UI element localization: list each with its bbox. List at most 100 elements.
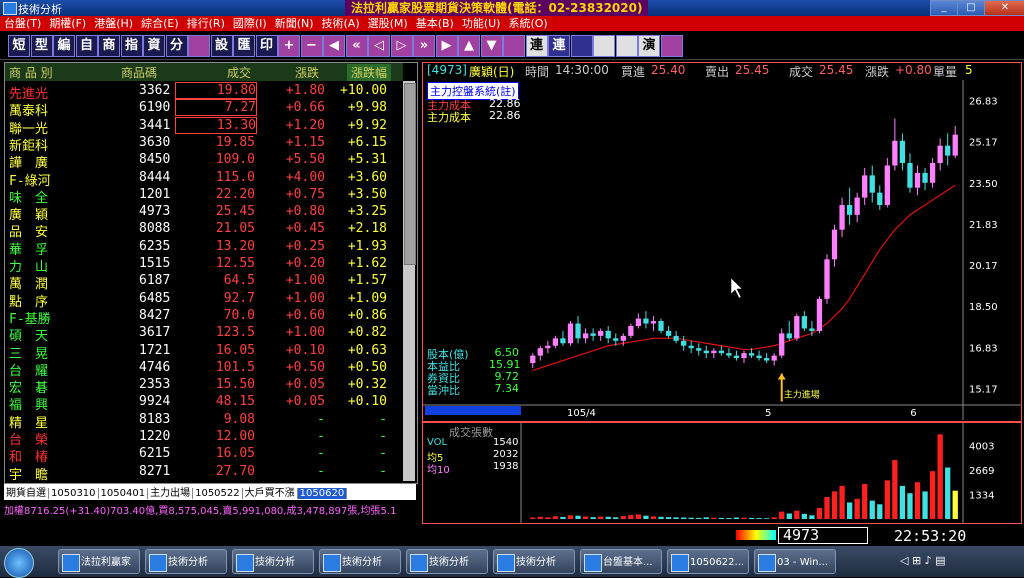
table-row[interactable]: 華 孚 6235 13.20 +0.25 +1.93 [5,238,403,258]
toolbar-button-27[interactable] [615,35,638,57]
table-scrollbar[interactable] [403,81,416,481]
menu-item-10[interactable]: 功能(U) [458,17,505,30]
toolbar-button-22[interactable] [503,35,525,57]
toolbar-button-25[interactable] [570,35,593,57]
table-row[interactable]: 和 椿 6215 16.05- - [5,445,403,465]
menu-item-6[interactable]: 新聞(N) [271,17,318,30]
table-row[interactable]: 先進光 3362 19.80 +1.80 +10.00 [5,82,403,102]
taskbar-item[interactable]: 技術分析 [145,549,227,574]
header-change[interactable]: 漲跌 [295,64,319,81]
watchlist-tab-0[interactable]: 期貨自選 [4,488,49,499]
candle-body [914,172,921,188]
table-row[interactable]: 譁 廣 8450 109.0 +5.50 +5.31 [5,151,403,171]
toolbar-button-18[interactable]: » [413,35,435,57]
header-price[interactable]: 成交 [227,64,251,81]
table-row[interactable]: 力 山 1515 12.55 +0.20 +1.62 [5,255,403,275]
scrollbar-thumb[interactable] [404,83,416,265]
volume-bar [575,515,581,519]
range-indicator[interactable] [425,406,521,415]
toolbar-button-19[interactable]: ▶ [435,35,458,57]
toolbar-button-2[interactable]: 編 [53,35,75,57]
cell-price: 25.45 [215,204,255,220]
taskbar-item[interactable]: 法拉利贏家 [58,549,140,574]
toolbar-button-8[interactable] [188,35,210,57]
header-change-pct[interactable]: 漲跌幅 [347,64,392,81]
menu-item-8[interactable]: 選股(M) [364,17,412,30]
toolbar-button-1[interactable]: 型 [30,35,53,57]
toolbar-button-29[interactable] [660,35,683,57]
toolbar-button-26[interactable] [593,35,615,57]
watchlist-tab-2[interactable]: 1050401 [98,488,149,499]
table-row[interactable]: 萬 潤 6187 64.5 +1.00 +1.57 [5,272,403,292]
toolbar-button-14[interactable]: ◀ [323,35,345,57]
watchlist-tab-3[interactable]: 主力出場 [148,488,194,499]
toolbar-button-21[interactable]: ▼ [480,35,503,57]
taskbar-item[interactable]: 技術分析 [232,549,314,574]
table-row[interactable]: 宏 碁 2353 15.50 +0.05 +0.32 [5,376,403,396]
toolbar-button-15[interactable]: « [345,35,368,57]
header-code[interactable]: 商品碼 [121,64,157,81]
menu-item-1[interactable]: 期權(F) [45,17,90,30]
table-row[interactable]: 味 全 1201 22.20 +0.75 +3.50 [5,186,403,206]
maximize-button[interactable]: □ [957,0,985,16]
taskbar-item[interactable]: 技術分析 [406,549,488,574]
table-row[interactable]: 台 耀 4746 101.5 +0.50 +0.50 [5,359,403,379]
table-row[interactable]: F-綠河 8444 115.0 +4.00 +3.60 [5,169,403,189]
toolbar-button-0[interactable]: 短 [8,35,30,57]
minimize-button[interactable]: _ [930,0,958,16]
table-row[interactable]: 點 序 6485 92.7 +1.00 +1.09 [5,290,403,310]
toolbar-button-23[interactable]: 連 [525,35,548,57]
table-row[interactable]: F-基勝 8427 70.0 +0.60 +0.86 [5,307,403,327]
toolbar-button-17[interactable]: ▷ [390,35,413,57]
taskbar-item[interactable]: 03 - Win... [754,549,836,574]
taskbar-item[interactable]: 技術分析 [493,549,575,574]
toolbar-button-16[interactable]: ◁ [368,35,390,57]
header-name[interactable]: 商 品 別 [9,64,53,81]
watchlist-tab-6[interactable]: 1050620 [297,488,348,499]
menu-item-0[interactable]: 台盤(T) [0,17,45,30]
watchlist-tab-1[interactable]: 1050310 [49,488,99,499]
menu-item-7[interactable]: 技術(A) [318,17,364,30]
table-row[interactable]: 精 星 8183 9.08- - [5,411,403,431]
watchlist-tab-5[interactable]: 大戶買不漲 [242,488,298,499]
cell-chg: +1.00 [285,273,325,289]
table-row[interactable]: 碩 天 3617 123.5 +1.00 +0.82 [5,324,403,344]
toolbar-button-5[interactable]: 指 [120,35,143,57]
toolbar-button-20[interactable]: ▲ [458,35,480,57]
table-row[interactable]: 新鉅科 3630 19.85 +1.15 +6.15 [5,134,403,154]
toolbar-button-10[interactable]: 匯 [233,35,255,57]
toolbar-button-9[interactable]: 設 [210,35,233,57]
watchlist-tab-4[interactable]: 1050522 [193,488,243,499]
taskbar-item[interactable]: 台盤基本... [580,549,662,574]
table-row[interactable]: 宇 瞻 8271 27.70 - - [5,463,403,483]
start-button[interactable] [4,548,34,578]
toolbar-button-12[interactable]: + [278,35,300,57]
taskbar-item[interactable]: 技術分析 [319,549,401,574]
table-row[interactable]: 萬泰科 6190 7.27 +0.66 +9.98 [5,99,403,119]
menu-item-11[interactable]: 系統(O) [504,17,551,30]
table-row[interactable]: 台 榮 1220 12.00- - [5,428,403,448]
toolbar-button-28[interactable]: 演 [638,35,660,57]
toolbar-button-4[interactable]: 商 [98,35,120,57]
menu-item-5[interactable]: 國際(I) [229,17,271,30]
close-button[interactable]: ✕ [984,0,1024,16]
toolbar-button-7[interactable]: 分 [165,35,188,57]
menu-item-4[interactable]: 排行(R) [183,17,229,30]
toolbar-button-24[interactable]: 連 [548,35,570,57]
toolbar-button-11[interactable]: 印 [255,35,278,57]
cell-price: 123.5 [215,325,255,341]
toolbar-button-13[interactable]: − [300,35,323,57]
menu-item-9[interactable]: 基本(B) [412,17,458,30]
status-code[interactable]: 4973 [778,527,868,544]
table-row[interactable]: 廣 穎 4973 25.45 +0.80 +3.25 [5,203,403,223]
table-row[interactable]: 福 興 9924 48.15 +0.05 +0.10 [5,393,403,413]
menu-item-2[interactable]: 港盤(H) [90,17,137,30]
menu-item-3[interactable]: 綜合(E) [137,17,183,30]
taskbar-item[interactable]: 1050622... [667,549,749,574]
tray-icons[interactable]: ◁ ⊞ ♪ ▤ [900,554,946,567]
table-row[interactable]: 三 晃 1721 16.05 +0.10 +0.63 [5,342,403,362]
toolbar-button-3[interactable]: 自 [75,35,98,57]
table-row[interactable]: 品 安 8088 21.05 +0.45 +2.18 [5,220,403,240]
toolbar-button-6[interactable]: 資 [143,35,165,57]
table-row[interactable]: 聯一光 3441 13.30 +1.20 +9.92 [5,116,403,137]
